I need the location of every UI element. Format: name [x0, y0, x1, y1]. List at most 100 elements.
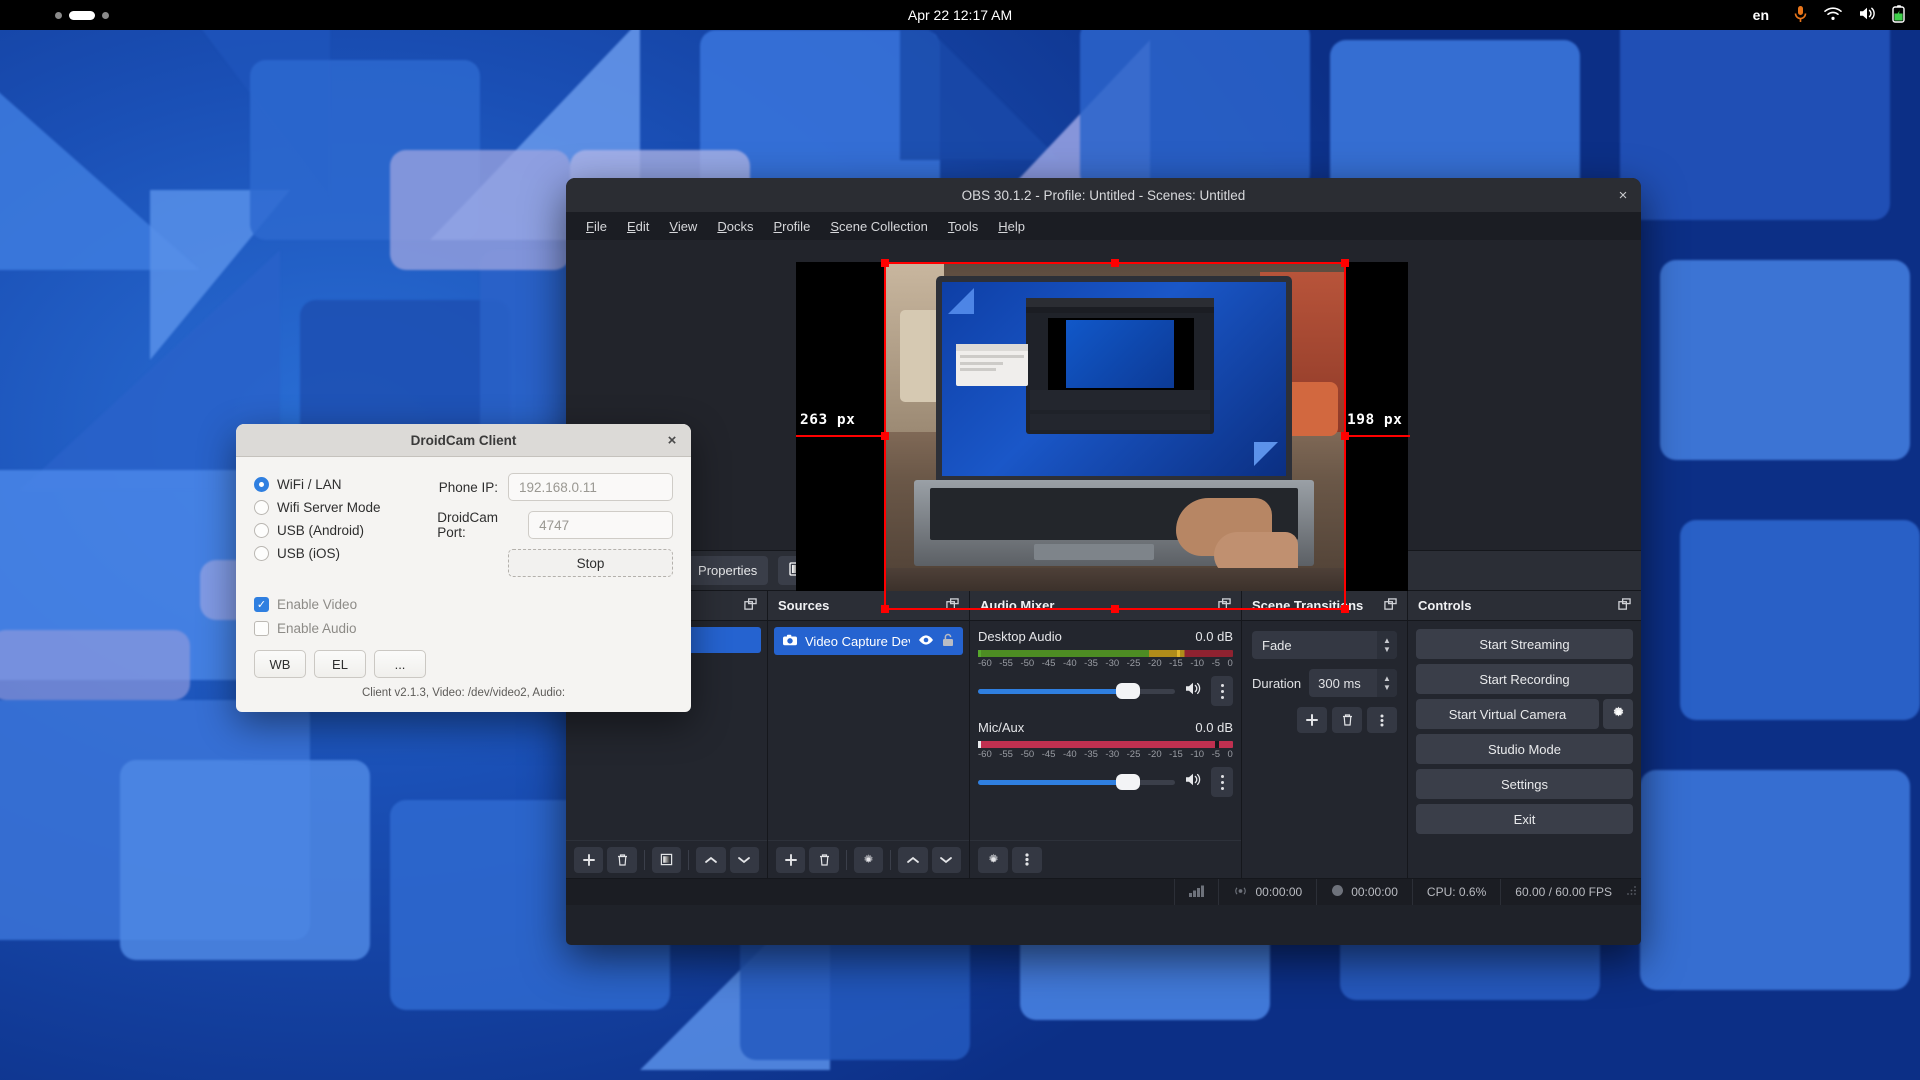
duration-value: 300 ms [1318, 675, 1361, 691]
list-item[interactable]: Video Capture Dev [774, 627, 963, 655]
move-down-icon[interactable] [729, 846, 759, 873]
start-recording-button[interactable]: Start Recording [1416, 664, 1633, 694]
move-up-icon[interactable] [898, 846, 928, 873]
unlock-icon[interactable] [942, 633, 954, 650]
audio-mixer-dock-title: Audio Mixer [970, 591, 1241, 621]
chevron-updown-icon[interactable]: ▲ ▼ [1377, 669, 1397, 697]
remove-icon[interactable] [809, 846, 839, 873]
stop-button[interactable]: Stop [508, 549, 673, 577]
volume-slider[interactable] [978, 773, 1175, 790]
exit-button[interactable]: Exit [1416, 804, 1633, 834]
settings-button[interactable]: Settings [1416, 769, 1633, 799]
resize-handle-bottom-right[interactable] [1341, 605, 1349, 613]
add-icon[interactable] [574, 846, 604, 873]
resize-handle-bottom-left[interactable] [881, 605, 889, 613]
radio-wifi-lan[interactable]: WiFi / LAN [254, 473, 437, 496]
mixer-channel-desktop-audio: Desktop Audio 0.0 dB -60 -55 -50 -45 -40 -3… [970, 623, 1241, 710]
controls-title-label: Controls [1418, 598, 1472, 613]
duplicate-icon[interactable] [651, 846, 682, 873]
system-clock[interactable]: Apr 22 12:17 AM [908, 7, 1012, 23]
camera-icon [783, 634, 797, 649]
popout-icon[interactable] [946, 597, 959, 614]
activities-dots-icon[interactable] [55, 10, 109, 20]
studio-mode-button[interactable]: Studio Mode [1416, 734, 1633, 764]
gear-icon [1611, 705, 1626, 723]
start-streaming-button[interactable]: Start Streaming [1416, 629, 1633, 659]
add-icon[interactable] [776, 846, 806, 873]
chevron-updown-icon[interactable]: ▲ ▼ [1377, 631, 1397, 659]
move-up-icon[interactable] [696, 846, 726, 873]
preview-canvas[interactable]: 263 px 198 px [566, 240, 1641, 613]
resize-handle-top-center[interactable] [1111, 259, 1119, 267]
menu-tools[interactable]: Tools [938, 215, 988, 238]
remove-icon[interactable] [1332, 707, 1362, 733]
checkbox-enable-video[interactable]: ✓ Enable Video [254, 592, 673, 616]
eye-icon[interactable] [918, 634, 934, 649]
video-source-frame [884, 262, 1346, 610]
phone-ip-input[interactable]: 192.168.0.11 [508, 473, 673, 501]
right-distance-label: 198 px [1347, 412, 1403, 428]
scene-transitions-dock: Scene Transitions Fade ▲ ▼ Duration 300 m… [1242, 591, 1408, 878]
channel-db: 0.0 dB [1195, 629, 1233, 644]
radio-wifi-server-mode[interactable]: Wifi Server Mode [254, 496, 437, 519]
menu-profile[interactable]: Profile [763, 215, 820, 238]
sources-list[interactable]: Video Capture Dev [768, 621, 969, 840]
radio-usb-ios[interactable]: USB (iOS) [254, 542, 437, 565]
battery-charging-icon[interactable] [1892, 4, 1906, 26]
kebab-icon[interactable] [1012, 846, 1042, 873]
resize-handle-top-left[interactable] [881, 259, 889, 267]
resize-grip[interactable] [1626, 885, 1641, 899]
microphone-icon[interactable] [1793, 5, 1808, 26]
audio-settings-icon[interactable] [978, 846, 1008, 873]
radio-usb-android[interactable]: USB (Android) [254, 519, 437, 542]
obs-titlebar[interactable]: OBS 30.1.2 - Profile: Untitled - Scenes:… [566, 178, 1641, 212]
popout-icon[interactable] [1218, 597, 1231, 614]
sources-dock: Sources Video Capture Dev [768, 591, 970, 878]
popout-icon[interactable] [1384, 597, 1397, 614]
popout-icon[interactable] [1618, 597, 1631, 614]
volume-slider[interactable] [978, 682, 1175, 699]
kebab-icon[interactable] [1211, 676, 1233, 706]
duration-stepper[interactable]: 300 ms ▲ ▼ [1309, 669, 1397, 697]
close-icon[interactable]: × [1613, 185, 1633, 205]
controls-dock-title: Controls [1408, 591, 1641, 621]
resize-handle-mid-right[interactable] [1341, 432, 1349, 440]
properties-icon[interactable] [853, 846, 884, 873]
checkbox-enable-audio[interactable]: Enable Audio [254, 616, 673, 640]
transition-select[interactable]: Fade ▲ ▼ [1252, 631, 1397, 659]
volume-meter [978, 650, 1233, 657]
white-balance-button[interactable]: WB [254, 650, 306, 678]
resize-handle-mid-left[interactable] [881, 432, 889, 440]
add-icon[interactable] [1297, 707, 1327, 733]
enable-options-group: ✓ Enable Video Enable Audio [236, 586, 691, 640]
source-name: Video Capture Dev [805, 633, 910, 649]
speaker-icon[interactable] [1184, 772, 1202, 792]
start-virtual-camera-button[interactable]: Start Virtual Camera [1416, 699, 1599, 729]
popout-icon[interactable] [744, 597, 757, 614]
remove-icon[interactable] [607, 846, 637, 873]
resize-handle-top-right[interactable] [1341, 259, 1349, 267]
virtual-camera-settings-button[interactable] [1603, 699, 1633, 729]
menu-docks[interactable]: Docks [707, 215, 763, 238]
sources-dock-title: Sources [768, 591, 969, 621]
resize-handle-bottom-center[interactable] [1111, 605, 1119, 613]
droidcam-port-row: DroidCam Port: 4747 [437, 510, 673, 540]
menu-file[interactable]: File [576, 215, 617, 238]
kebab-icon[interactable] [1211, 767, 1233, 797]
cpu-usage: CPU: 0.6% [1411, 879, 1500, 905]
move-down-icon[interactable] [931, 846, 961, 873]
exposure-lock-button[interactable]: EL [314, 650, 366, 678]
kebab-icon[interactable] [1367, 707, 1397, 733]
menu-view[interactable]: View [659, 215, 707, 238]
menu-edit[interactable]: Edit [617, 215, 659, 238]
keyboard-language-indicator[interactable]: en [1753, 7, 1769, 23]
menu-help[interactable]: Help [988, 215, 1035, 238]
close-icon[interactable]: × [662, 430, 682, 450]
more-options-button[interactable]: ... [374, 650, 426, 678]
droidcam-titlebar[interactable]: DroidCam Client × [236, 424, 691, 457]
menu-scene-collection[interactable]: Scene Collection [820, 215, 938, 238]
volume-icon[interactable] [1858, 6, 1876, 24]
speaker-icon[interactable] [1184, 681, 1202, 701]
droidcam-port-input[interactable]: 4747 [528, 511, 673, 539]
wifi-icon[interactable] [1824, 6, 1842, 24]
